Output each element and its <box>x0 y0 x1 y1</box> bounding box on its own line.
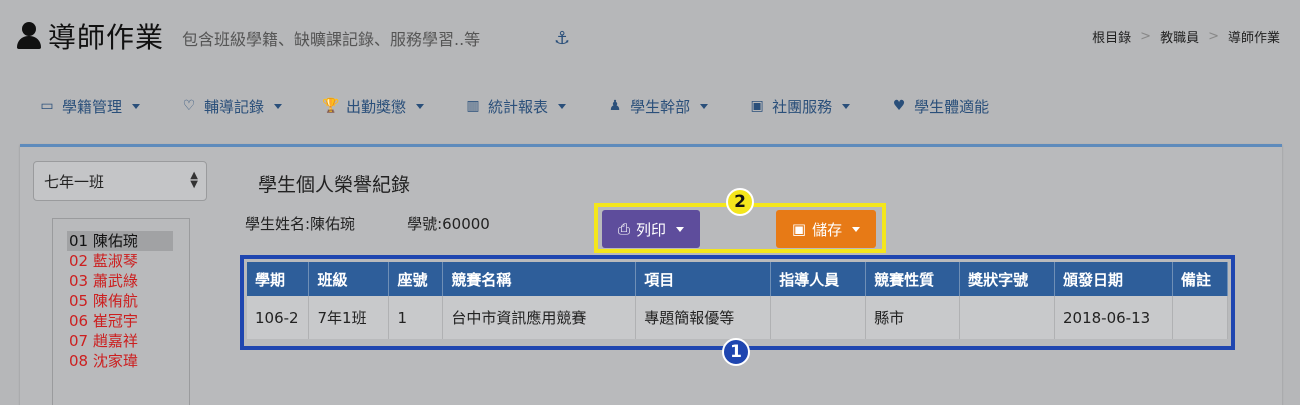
student-item[interactable]: 05 陳侑航 <box>67 291 173 311</box>
table-cell: 2018-06-13 <box>1054 296 1173 339</box>
main-nav: ▭ 學籍管理 ♡ 輔導記錄 🏆 出勤獎懲 ▥ 統計報表 ♟ 學生幹部 ▣ 社團服… <box>20 88 1280 124</box>
caret-down-icon <box>676 226 685 232</box>
nav-item-clubs[interactable]: ▣ 社團服務 <box>748 96 851 117</box>
nav-item-label: 出勤獎懲 <box>346 97 407 116</box>
caret-down-icon <box>132 103 141 109</box>
section-title: 學生個人榮譽紀錄 <box>258 174 411 196</box>
student-item[interactable]: 03 蕭武綠 <box>67 271 173 291</box>
caret-down-icon <box>842 103 851 109</box>
floppy-disk-icon: ▣ <box>791 220 807 238</box>
anchor-icon: ⚓ <box>554 28 571 49</box>
nav-item-fitness[interactable]: ♥ 學生體適能 <box>890 96 989 117</box>
column-header: 班級 <box>308 262 390 296</box>
annotation-badge-1: 1 <box>722 338 750 366</box>
column-header: 指導人員 <box>770 262 867 296</box>
class-select-value: 七年一班 <box>44 172 105 191</box>
table-cell <box>959 296 1055 339</box>
column-header: 競賽性質 <box>865 262 961 296</box>
page-header: 導師作業 包含班級學籍、缺曠課記錄、服務學習..等 ⚓ 根目錄 > 教職員 > … <box>0 0 1300 70</box>
select-arrows-icon: ▲ ▼ <box>190 170 198 190</box>
annotation-badge-2: 2 <box>726 188 754 216</box>
id-card-icon: ▭ <box>40 98 54 114</box>
save-button[interactable]: ▣ 儲存 <box>776 210 876 248</box>
student-list: 01 陳佑琬 02 藍淑琴 03 蕭武綠 05 陳侑航 06 崔冠宇 07 趙嘉… <box>52 218 190 405</box>
column-header: 項目 <box>635 262 772 296</box>
table-cell <box>1172 296 1229 339</box>
nav-item-label: 社團服務 <box>772 97 833 116</box>
caret-down-icon <box>558 103 567 109</box>
column-header: 備註 <box>1172 262 1229 296</box>
table-cell <box>770 296 867 339</box>
table-cell: 台中市資訊應用競賽 <box>442 296 637 339</box>
table-header-row: 學期 班級 座號 競賽名稱 項目 指導人員 競賽性質 獎狀字號 頒發日期 備註 <box>247 262 1229 296</box>
page-title: 導師作業 <box>48 21 165 54</box>
breadcrumb-current: 導師作業 <box>1227 31 1280 46</box>
student-item[interactable]: 08 沈家瑋 <box>67 351 173 371</box>
student-name: 學生姓名:陳佑琬 <box>245 215 356 233</box>
printer-icon: ⎙ <box>617 220 630 238</box>
table-cell: 縣市 <box>865 296 961 339</box>
heart-icon: ♡ <box>182 98 196 114</box>
student-info: 學生姓名:陳佑琬 學號:60000 <box>245 213 490 234</box>
nav-item-student-records[interactable]: ▭ 學籍管理 <box>38 96 141 117</box>
table-cell: 7年1班 <box>308 296 390 339</box>
nav-item-reports[interactable]: ▥ 統計報表 <box>464 96 567 117</box>
column-header: 頒發日期 <box>1054 262 1173 296</box>
student-id: 學號:60000 <box>407 215 490 233</box>
print-button[interactable]: ⎙ 列印 <box>602 210 700 248</box>
column-header: 座號 <box>388 262 444 296</box>
nav-item-label: 統計報表 <box>488 97 549 116</box>
bar-chart-icon: ▥ <box>466 98 480 114</box>
student-item[interactable]: 02 藍淑琴 <box>67 251 173 271</box>
breadcrumb: 根目錄 > 教職員 > 導師作業 <box>1092 27 1280 46</box>
table-cell: 1 <box>388 296 444 339</box>
nav-item-student-leaders[interactable]: ♟ 學生幹部 <box>606 96 709 117</box>
student-item[interactable]: 01 陳佑琬 <box>67 231 173 251</box>
class-select[interactable]: 七年一班 ▲ ▼ <box>33 161 207 201</box>
breadcrumb-root[interactable]: 根目錄 <box>1092 27 1131 46</box>
print-button-label: 列印 <box>636 220 667 239</box>
caret-down-icon <box>700 103 709 109</box>
caret-down-icon <box>852 226 861 232</box>
table-row: 106-2 7年1班 1 台中市資訊應用競賽 專題簡報優等 縣市 2018-06… <box>247 296 1229 339</box>
column-header: 獎狀字號 <box>959 262 1055 296</box>
column-header: 學期 <box>247 262 310 296</box>
column-header: 競賽名稱 <box>442 262 637 296</box>
nav-item-label: 學生體適能 <box>914 97 990 116</box>
user-icon <box>16 22 42 50</box>
nav-item-label: 學籍管理 <box>62 97 123 116</box>
nav-item-label: 學生幹部 <box>630 97 691 116</box>
heartbeat-icon: ♥ <box>892 98 906 114</box>
table-cell: 專題簡報優等 <box>635 296 772 339</box>
person-icon: ♟ <box>608 98 622 114</box>
caret-down-icon <box>274 103 283 109</box>
nav-item-label: 輔導記錄 <box>204 97 265 116</box>
save-button-label: 儲存 <box>812 220 843 239</box>
student-item[interactable]: 07 趙嘉祥 <box>67 331 173 351</box>
trophy-icon: 🏆 <box>322 98 340 114</box>
caret-down-icon <box>416 103 425 109</box>
page-subtitle: 包含班級學籍、缺曠課記錄、服務學習..等 <box>182 30 481 49</box>
table-cell: 106-2 <box>247 296 310 339</box>
nav-item-attendance[interactable]: 🏆 出勤獎懲 <box>322 96 425 117</box>
breadcrumb-staff[interactable]: 教職員 <box>1160 27 1199 46</box>
breadcrumb-separator: > <box>1140 29 1152 44</box>
breadcrumb-separator: > <box>1208 29 1219 44</box>
student-item[interactable]: 06 崔冠宇 <box>67 311 173 331</box>
group-icon: ▣ <box>750 98 764 114</box>
honor-table: 學期 班級 座號 競賽名稱 項目 指導人員 競賽性質 獎狀字號 頒發日期 備註 … <box>247 262 1229 339</box>
nav-item-counseling[interactable]: ♡ 輔導記錄 <box>180 96 283 117</box>
